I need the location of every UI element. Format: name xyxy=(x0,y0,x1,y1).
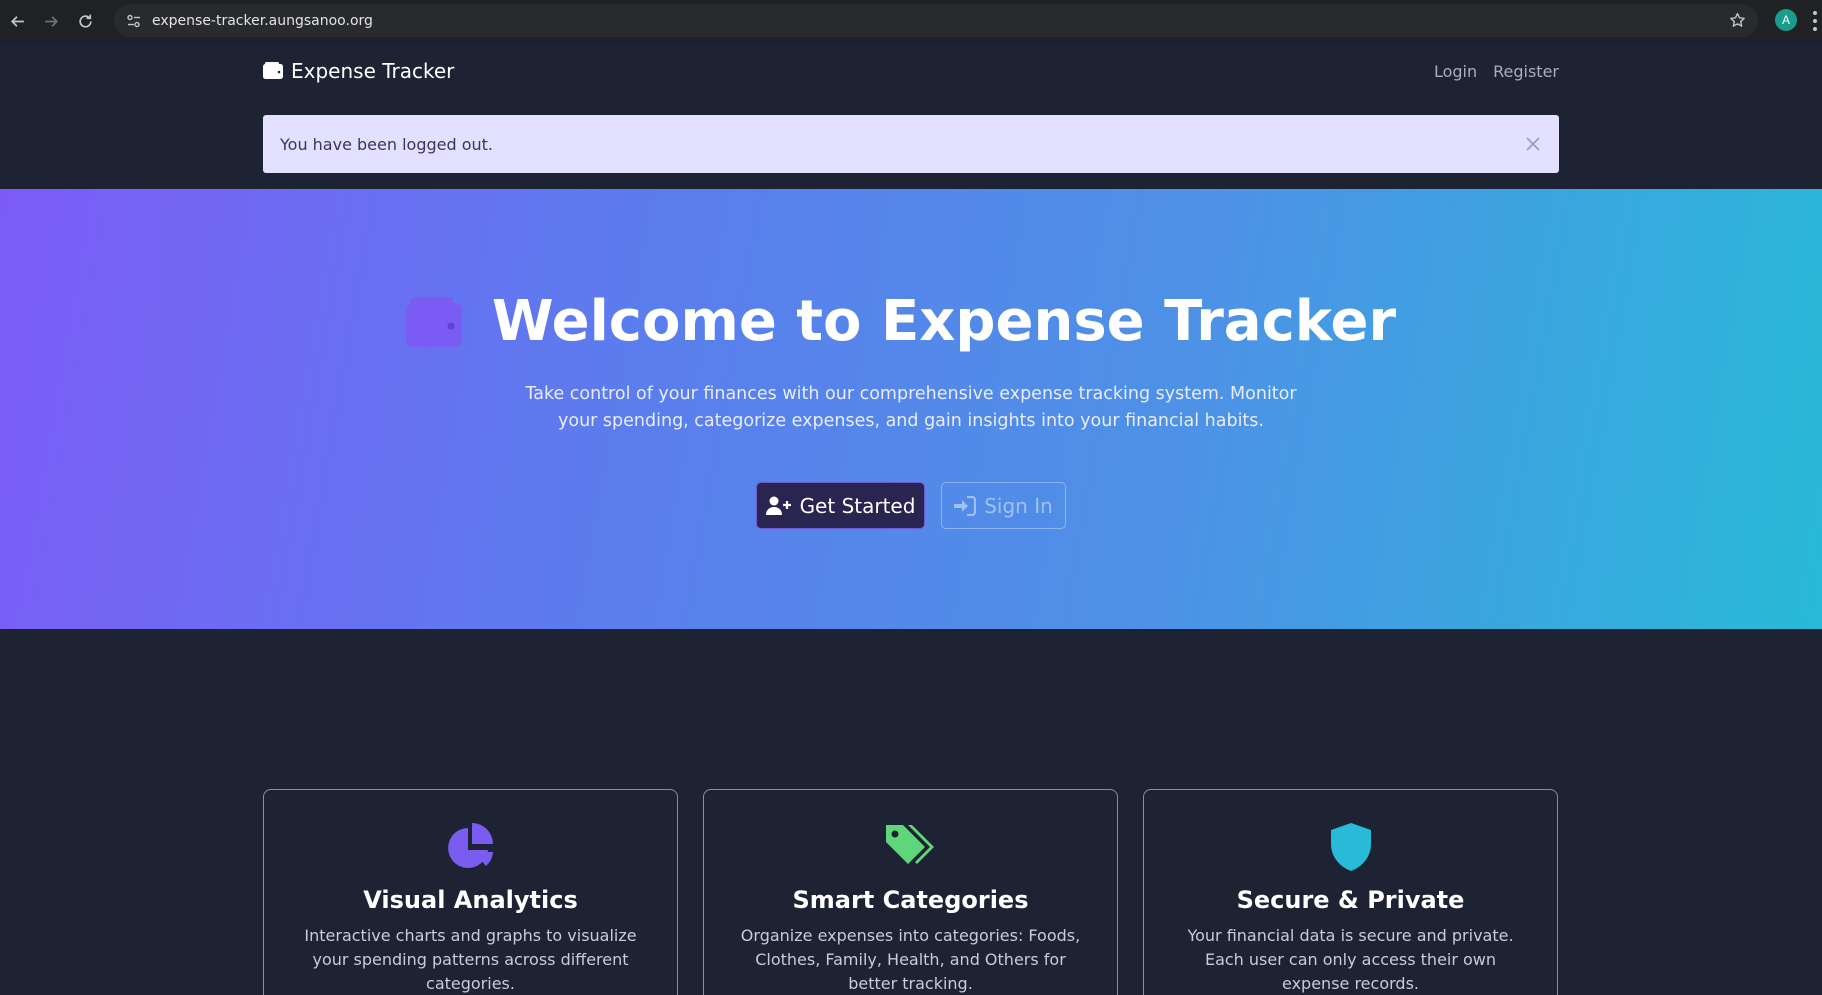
nav-login-link[interactable]: Login xyxy=(1434,62,1477,81)
brand-name: Expense Tracker xyxy=(291,59,455,83)
site-navbar: Expense Tracker Login Register xyxy=(263,42,1559,100)
feature-description: Your financial data is secure and privat… xyxy=(1187,926,1514,993)
shield-icon xyxy=(1330,823,1371,871)
nav-links: Login Register xyxy=(1434,62,1559,81)
close-icon[interactable] xyxy=(1523,134,1543,154)
forward-icon[interactable] xyxy=(34,4,68,38)
address-bar[interactable]: expense-tracker.aungsanoo.org xyxy=(114,4,1758,37)
page: Expense Tracker Login Register You have … xyxy=(0,42,1822,995)
browser-toolbar: expense-tracker.aungsanoo.org A xyxy=(0,0,1822,42)
feature-title: Visual Analytics xyxy=(363,886,578,914)
wallet-icon xyxy=(263,62,283,79)
get-started-label: Get Started xyxy=(799,493,916,518)
feature-description: Organize expenses into categories: Foods… xyxy=(740,926,1081,993)
brand-link[interactable]: Expense Tracker xyxy=(263,59,454,83)
feature-card: Smart Categories Organize expenses into … xyxy=(703,789,1118,995)
sign-in-icon xyxy=(954,495,977,516)
user-plus-icon xyxy=(765,496,791,515)
feature-description: Interactive charts and graphs to visuali… xyxy=(304,926,637,993)
site-info-icon[interactable] xyxy=(126,13,142,29)
profile-avatar[interactable]: A xyxy=(1775,9,1797,31)
wallet-icon xyxy=(405,296,462,347)
hero-section: Welcome to Expense Tracker Take control … xyxy=(0,189,1822,629)
hero-heading: Welcome to Expense Tracker xyxy=(0,289,1822,354)
get-started-button[interactable]: Get Started xyxy=(756,482,925,529)
feature-card: Visual Analytics Interactive charts and … xyxy=(263,789,678,995)
feature-title: Smart Categories xyxy=(792,886,1029,914)
hero-subtitle: Take control of your finances with our c… xyxy=(525,384,1297,431)
hero-title: Welcome to Expense Tracker xyxy=(491,289,1397,354)
alert-message: You have been logged out. xyxy=(280,134,493,154)
tags-icon xyxy=(885,825,934,864)
feature-card: Secure & Private Your financial data is … xyxy=(1143,789,1558,995)
browser-menu-icon[interactable] xyxy=(1812,11,1818,31)
back-icon[interactable] xyxy=(0,4,34,38)
reload-icon[interactable] xyxy=(68,4,102,38)
nav-register-link[interactable]: Register xyxy=(1493,62,1559,81)
features-section: Visual Analytics Interactive charts and … xyxy=(263,789,1559,995)
sign-in-button[interactable]: Sign In xyxy=(941,482,1066,529)
feature-title: Secure & Private xyxy=(1236,886,1465,914)
logout-alert: You have been logged out. xyxy=(263,115,1559,173)
bookmark-star-icon[interactable] xyxy=(1729,12,1746,29)
chart-pie-icon xyxy=(447,823,493,868)
sign-in-label: Sign In xyxy=(984,493,1053,518)
url-text: expense-tracker.aungsanoo.org xyxy=(152,12,373,29)
